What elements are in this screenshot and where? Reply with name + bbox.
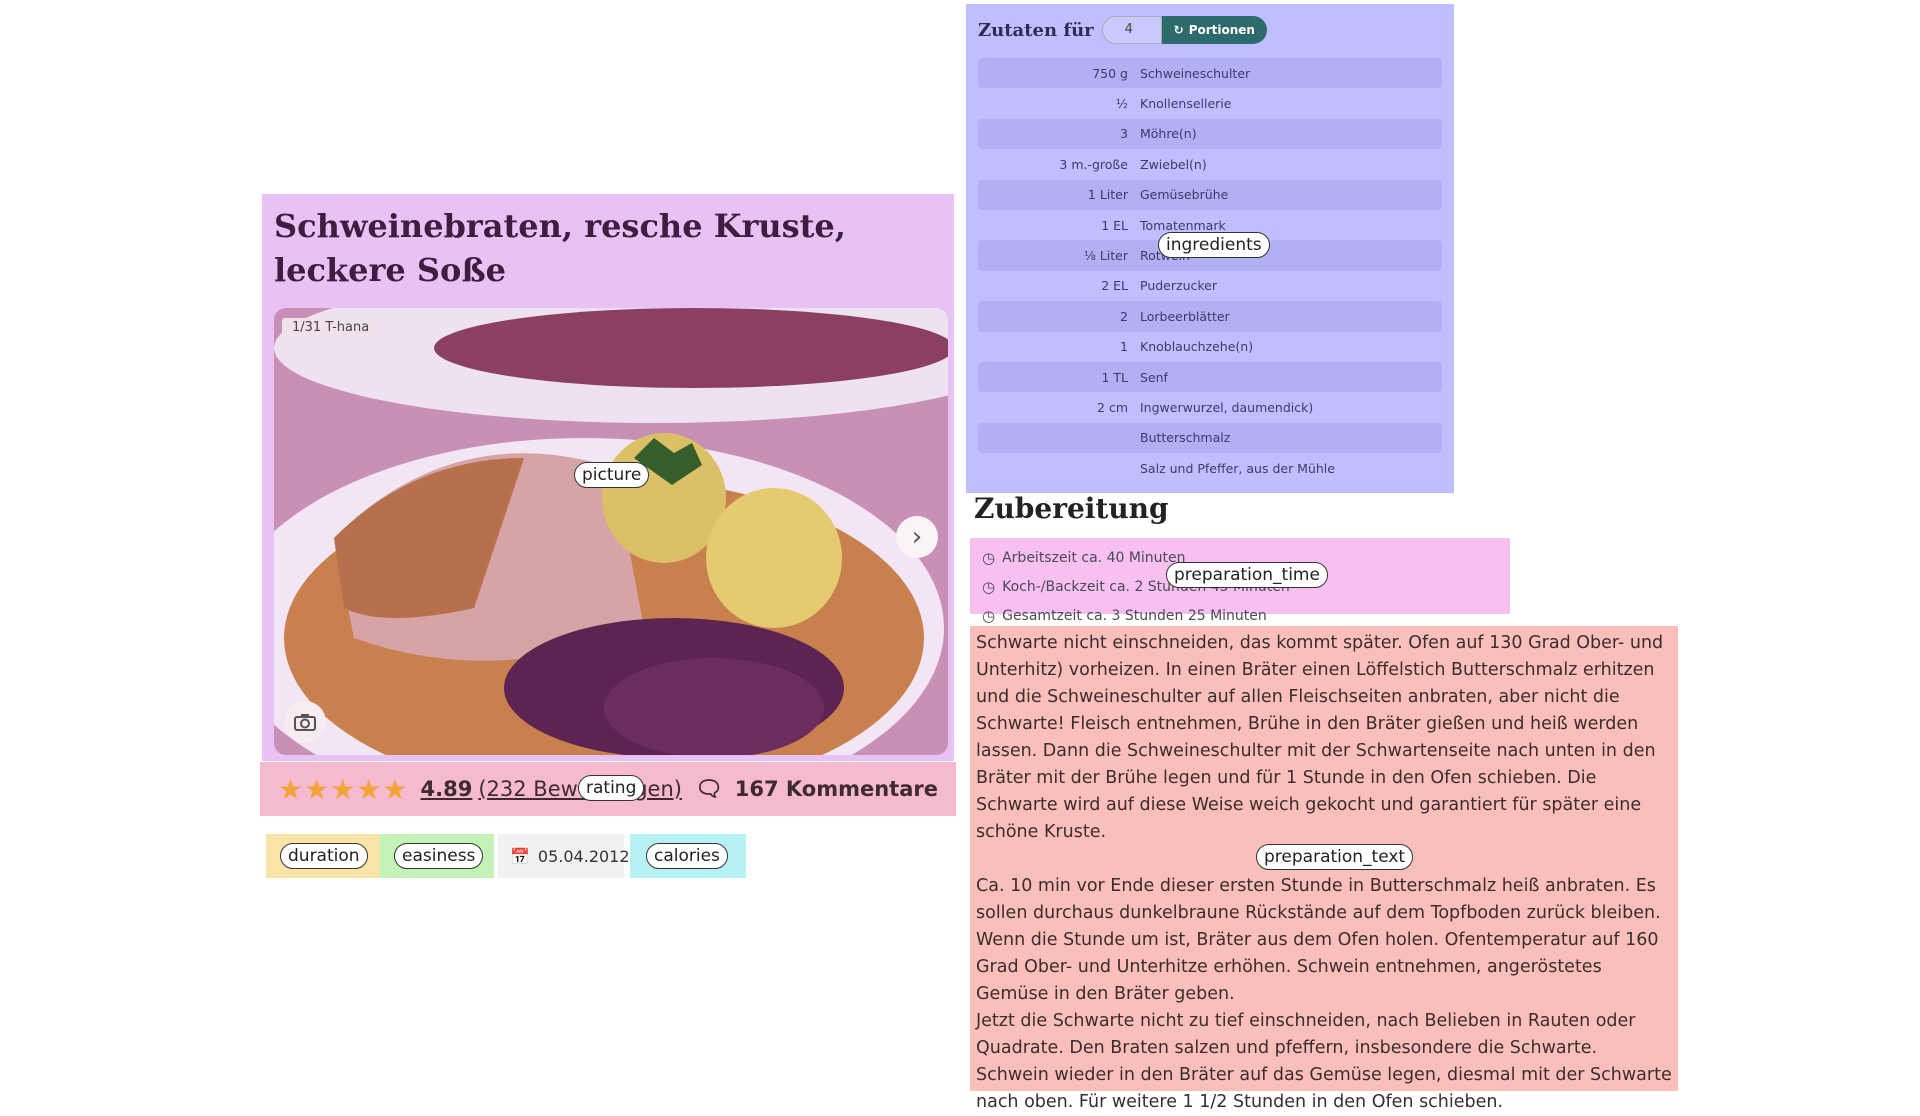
ingredient-row: 3 Möhre(n) — [978, 118, 1442, 150]
ingredient-row: 2 cm Ingwerwurzel, daumendick) — [978, 392, 1442, 422]
ingredient-amount: 1 Liter — [1087, 187, 1128, 203]
image-credit: 1/31 T-hana — [282, 318, 380, 337]
ingredient-amount: 1 EL — [1101, 217, 1128, 233]
ingredient-name: Salz und Pfeffer, aus der Mühle — [1140, 460, 1335, 476]
duration-badge: duration — [266, 834, 380, 878]
comment-icon: 🗨 — [694, 776, 723, 802]
ingredient-row: Salz und Pfeffer, aus der Mühle — [978, 453, 1442, 483]
calendar-icon: 📅 — [510, 846, 530, 866]
clock-icon: ◷ — [982, 578, 996, 596]
publish-date: 05.04.2012 — [537, 846, 630, 866]
recipe-picture[interactable]: 1/31 T-hana › — [274, 308, 948, 755]
ingredient-name: Gemüsebrühe — [1140, 187, 1229, 203]
ingredient-name: Lorbeerblätter — [1140, 308, 1230, 324]
comments-link[interactable]: 🗨 167 Kommentare — [695, 777, 938, 802]
ingredients-region: Zutaten für 4 ↻ Portionen 750 g Schweines… — [966, 4, 1454, 493]
ingredient-name: Tomatenmark — [1140, 217, 1226, 233]
ingredient-name: Puderzucker — [1140, 278, 1217, 294]
ingredient-name: Knoblauchzehe(n) — [1140, 339, 1254, 355]
ingredient-amount: 2 cm — [1097, 399, 1128, 415]
ingredients-header: Zutaten für 4 ↻ Portionen — [978, 12, 1442, 48]
portions-button-label: Portionen — [1188, 23, 1255, 37]
ingredient-name: Ingwerwurzel, daumendick) — [1140, 399, 1314, 415]
ingredient-name: Senf — [1140, 369, 1168, 385]
ingredient-amount: ⅛ Liter — [1083, 248, 1128, 264]
ingredient-amount: 1 TL — [1101, 369, 1128, 385]
preparation-time-region: ◷ Arbeitszeit ca. 40 Minuten ◷ Koch-/Backz… — [970, 538, 1510, 625]
camera-button[interactable] — [284, 701, 326, 743]
rating-value[interactable]: 4.89 — [421, 777, 473, 801]
clock-icon: ◷ — [982, 549, 996, 567]
preparation-text-region: Schwarte nicht einschneiden, das kommt s… — [970, 626, 1678, 1112]
recipe-title-region: Schweinebraten, resche Kruste, leckere S… — [262, 194, 954, 304]
rating-region: ★★★★★ 4.89 (232 Bewertungen) 🗨 167 Komme… — [260, 762, 956, 816]
calories-annotation-label: calories — [646, 843, 728, 869]
picture-region: 1/31 T-hana › picture — [262, 304, 954, 761]
preparation-heading: Zubereitung — [974, 492, 1169, 525]
rating-stars[interactable]: ★★★★★ — [278, 773, 409, 806]
ingredient-row: 2 EL Puderzucker — [978, 271, 1442, 301]
ingredient-row: ½ Knollensellerie — [978, 88, 1442, 118]
ingredient-list: 750 g Schweineschulter ½ Knollensellerie 3… — [978, 58, 1442, 483]
duration-annotation-label: duration — [280, 843, 368, 869]
preparation-paragraph: Schwarte nicht einschneiden, das kommt s… — [976, 633, 1664, 842]
ingredient-amount: ½ — [1115, 96, 1128, 112]
ingredient-name: Möhre(n) — [1140, 126, 1197, 142]
ingredient-row: 2 Lorbeerblätter — [978, 301, 1442, 332]
ingredient-name: Zwiebel(n) — [1140, 156, 1207, 172]
ingredient-row: 1 Knoblauchzehe(n) — [978, 332, 1442, 362]
easiness-annotation-label: easiness — [394, 843, 484, 869]
ingredient-amount: 3 m.-große — [1059, 156, 1128, 172]
date-badge: 📅 05.04.2012 — [498, 834, 630, 878]
clock-icon: ◷ — [982, 607, 996, 625]
easiness-badge: easiness — [380, 834, 494, 878]
ingredient-amount: 3 — [1120, 126, 1128, 142]
ingredient-row: 1 Liter Gemüsebrühe — [978, 179, 1442, 210]
ingredient-amount: 2 — [1120, 308, 1128, 324]
ingredient-amount: 1 — [1120, 339, 1128, 355]
preparation-time-annotation-label: preparation_time — [1166, 562, 1328, 588]
work-time-text: Arbeitszeit ca. 40 Minuten — [1002, 550, 1186, 566]
rating-annotation-label: rating — [578, 775, 645, 801]
picture-annotation-label: picture — [574, 462, 650, 488]
ingredient-name: Knollensellerie — [1140, 96, 1232, 112]
total-time: ◷ Gesamtzeit ca. 3 Stunden 25 Minuten — [982, 607, 1267, 625]
comments-count: 167 Kommentare — [734, 777, 938, 801]
servings-input[interactable]: 4 — [1101, 16, 1162, 44]
ingredients-annotation-label: ingredients — [1158, 232, 1270, 258]
ingredient-row: Butterschmalz — [978, 422, 1442, 454]
ingredient-row: 1 TL Senf — [978, 361, 1442, 393]
ingredients-title: Zutaten für — [978, 19, 1094, 41]
chevron-right-icon: › — [911, 522, 923, 552]
calories-badge: calories — [630, 834, 746, 878]
page-title: Schweinebraten, resche Kruste, leckere S… — [274, 207, 846, 289]
refresh-icon: ↻ — [1173, 23, 1184, 37]
camera-icon — [294, 714, 316, 731]
portions-button[interactable]: ↻ Portionen — [1161, 16, 1267, 44]
ingredient-amount: 750 g — [1092, 65, 1128, 81]
food-image — [274, 308, 948, 755]
ingredient-row: 3 m.-große Zwiebel(n) — [978, 149, 1442, 179]
work-time: ◷ Arbeitszeit ca. 40 Minuten — [982, 549, 1186, 567]
ingredient-row: 750 g Schweineschulter — [978, 58, 1442, 89]
total-time-text: Gesamtzeit ca. 3 Stunden 25 Minuten — [1002, 608, 1267, 624]
ingredient-name: Butterschmalz — [1140, 430, 1231, 446]
preparation-text-annotation-label: preparation_text — [1256, 844, 1414, 870]
next-image-button[interactable]: › — [896, 516, 938, 558]
ingredient-amount: 2 EL — [1101, 278, 1128, 294]
ingredient-name: Schweineschulter — [1140, 65, 1251, 81]
